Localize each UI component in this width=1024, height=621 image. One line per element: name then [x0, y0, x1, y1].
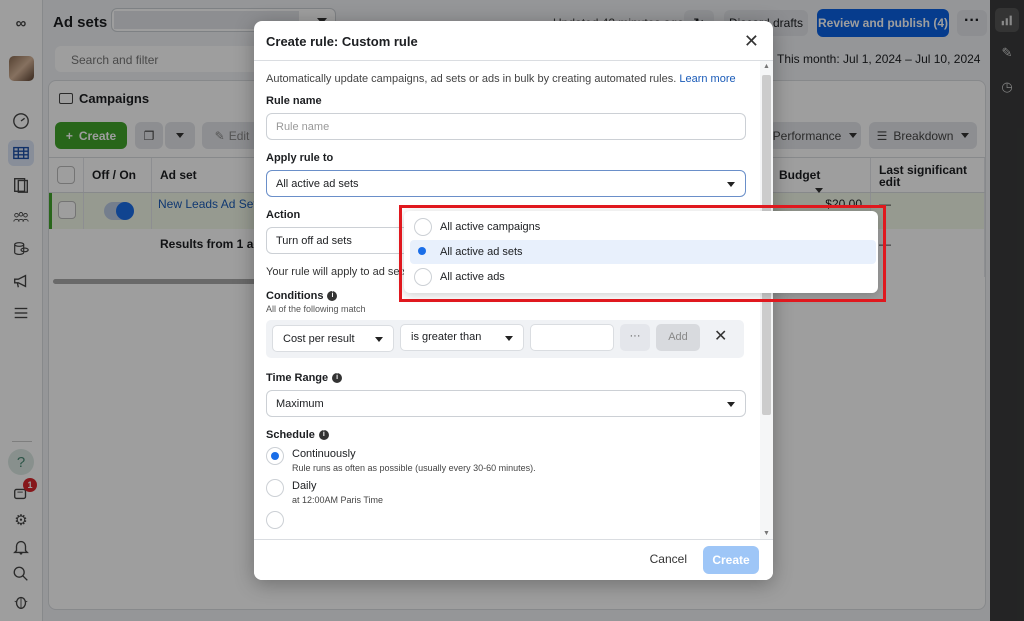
rule-name-label: Rule name: [266, 95, 322, 107]
schedule-option-sub: Rule runs as often as possible (usually …: [292, 463, 536, 473]
time-range-label: Time Range i: [266, 372, 748, 384]
chevron-down-icon: [505, 336, 513, 341]
dialog-description: Automatically update campaigns, ad sets …: [266, 73, 748, 85]
info-icon[interactable]: i: [332, 373, 343, 383]
condition-add-button[interactable]: Add: [656, 324, 700, 351]
close-icon[interactable]: ✕: [744, 31, 759, 52]
dropdown-option-ads[interactable]: All active ads: [410, 265, 876, 289]
ads-manager-app: ∞ ? 1 ⚙ Ad sets drafts Review and publis…: [0, 0, 1024, 621]
schedule-option-title: Daily: [292, 480, 317, 492]
condition-metric-select[interactable]: Cost per result: [272, 325, 394, 352]
radio-next[interactable]: [266, 511, 284, 529]
dropdown-option-adsets[interactable]: All active ad sets: [410, 240, 876, 264]
option-label: All active ads: [440, 271, 505, 283]
condition-more-button[interactable]: ···: [620, 324, 650, 351]
radio-continuously[interactable]: [266, 447, 284, 465]
condition-value-input[interactable]: [530, 324, 614, 351]
apply-rule-dropdown-menu: All active campaigns All active ad sets …: [404, 211, 878, 293]
time-range-value: Maximum: [276, 398, 324, 410]
scroll-down-icon[interactable]: ▼: [763, 530, 770, 537]
apply-rule-label: Apply rule to: [266, 152, 334, 164]
radio-campaigns[interactable]: [414, 218, 432, 236]
create-rule-dialog: Create rule: Custom rule ✕ Automatically…: [254, 21, 773, 580]
schedule-label: Schedule i: [266, 429, 748, 441]
dialog-header: Create rule: Custom rule ✕: [254, 21, 773, 61]
option-label: All active campaigns: [440, 221, 541, 233]
apply-rule-value: All active ad sets: [276, 178, 359, 190]
schedule-option-title: Continuously: [292, 448, 356, 460]
condition-metric-value: Cost per result: [283, 333, 355, 345]
dialog-body: Automatically update campaigns, ad sets …: [254, 61, 760, 539]
dialog-title: Create rule: Custom rule: [266, 34, 418, 49]
radio-ads[interactable]: [414, 268, 432, 286]
schedule-option-continuously[interactable]: Continuously Rule runs as often as possib…: [266, 447, 748, 473]
condition-row: Cost per result is greater than ··· Add …: [266, 320, 744, 358]
radio-daily[interactable]: [266, 479, 284, 497]
radio-adsets[interactable]: [414, 243, 432, 261]
time-range-select[interactable]: Maximum: [266, 390, 746, 417]
conditions-sub: All of the following match: [266, 304, 366, 314]
info-icon[interactable]: i: [327, 291, 338, 301]
dialog-scrollbar[interactable]: ▲ ▼: [760, 61, 773, 539]
scroll-up-icon[interactable]: ▲: [763, 63, 770, 70]
chevron-down-icon: [727, 402, 735, 407]
schedule-option-daily[interactable]: Daily at 12:00AM Paris Time: [266, 479, 748, 505]
info-icon[interactable]: i: [318, 430, 329, 440]
learn-more-link[interactable]: Learn more: [679, 73, 735, 85]
cancel-button[interactable]: Cancel: [650, 552, 687, 566]
apply-rule-select[interactable]: All active ad sets: [266, 170, 746, 197]
rule-name-input[interactable]: Rule name: [266, 113, 746, 140]
schedule-option-more[interactable]: [266, 511, 748, 529]
option-label: All active ad sets: [440, 246, 523, 258]
condition-operator-value: is greater than: [411, 331, 482, 343]
chevron-down-icon: [375, 337, 383, 342]
create-rule-button[interactable]: Create: [703, 546, 759, 574]
action-value: Turn off ad sets: [276, 235, 352, 247]
schedule-option-sub: at 12:00AM Paris Time: [292, 495, 384, 505]
remove-condition-icon[interactable]: ✕: [714, 326, 727, 346]
description-text: Automatically update campaigns, ad sets …: [266, 73, 677, 85]
chevron-down-icon: [727, 182, 735, 187]
dropdown-option-campaigns[interactable]: All active campaigns: [410, 215, 876, 239]
time-range-label-text: Time Range: [266, 372, 329, 384]
schedule-label-text: Schedule: [266, 429, 315, 441]
dialog-footer: Cancel Create: [254, 539, 773, 580]
condition-operator-select[interactable]: is greater than: [400, 324, 524, 351]
conditions-label-text: Conditions: [266, 290, 324, 302]
